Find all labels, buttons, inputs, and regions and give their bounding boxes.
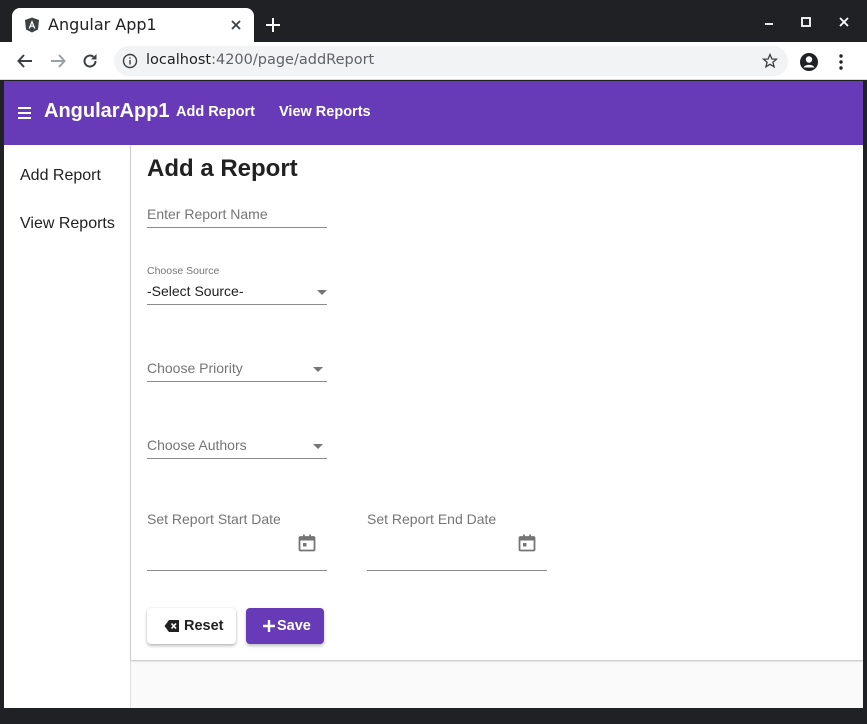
toolbar-link-view-reports[interactable]: View Reports bbox=[279, 104, 371, 120]
start-date-input[interactable]: Set Report Start Date bbox=[147, 511, 281, 527]
sidenav-item-add-report[interactable]: Add Report bbox=[20, 167, 101, 185]
source-select[interactable]: Choose Source -Select Source- bbox=[147, 265, 327, 305]
angular-logo-icon bbox=[25, 17, 39, 33]
tab-title: Angular App1 bbox=[48, 15, 157, 34]
authors-select[interactable]: Choose Authors bbox=[147, 435, 327, 459]
field-underline bbox=[367, 570, 547, 571]
calendar-icon[interactable] bbox=[297, 533, 317, 553]
close-window-icon[interactable] bbox=[836, 14, 852, 30]
sidenav-item-view-reports[interactable]: View Reports bbox=[20, 215, 115, 233]
save-button[interactable]: Save bbox=[246, 608, 324, 644]
tab-strip: Angular App1 bbox=[0, 0, 867, 42]
app-viewport: AngularApp1 Add Report View Reports Add … bbox=[4, 81, 863, 708]
sidenav: Add Report View Reports bbox=[4, 145, 131, 708]
reload-icon[interactable] bbox=[81, 52, 99, 70]
save-label: Save bbox=[277, 618, 311, 634]
app-toolbar: AngularApp1 Add Report View Reports bbox=[4, 81, 863, 145]
url-text: localhost:4200/page/addReport bbox=[146, 52, 374, 68]
app-brand[interactable]: AngularApp1 bbox=[44, 100, 170, 123]
add-icon bbox=[263, 620, 275, 632]
forward-arrow-icon[interactable] bbox=[49, 52, 67, 70]
dropdown-arrow-icon bbox=[317, 290, 327, 295]
end-date-input[interactable]: Set Report End Date bbox=[367, 511, 496, 527]
source-label: Choose Source bbox=[147, 265, 220, 277]
bookmark-star-icon[interactable] bbox=[762, 53, 778, 69]
priority-placeholder: Choose Priority bbox=[147, 360, 243, 376]
more-vert-icon[interactable] bbox=[836, 52, 846, 72]
dropdown-arrow-icon bbox=[313, 367, 323, 372]
address-bar[interactable]: localhost:4200/page/addReport bbox=[114, 46, 788, 76]
field-underline bbox=[147, 227, 327, 228]
page-title: Add a Report bbox=[147, 155, 298, 182]
start-date-field[interactable]: Set Report Start Date bbox=[147, 511, 327, 571]
new-tab-icon[interactable] bbox=[264, 16, 282, 34]
maximize-icon[interactable] bbox=[798, 14, 814, 30]
backspace-icon bbox=[164, 620, 179, 632]
reset-button[interactable]: Reset bbox=[147, 608, 236, 644]
minimize-icon[interactable] bbox=[761, 14, 777, 30]
browser-window: Angular App1 localhost:4200/page/addRepo… bbox=[0, 0, 867, 724]
field-underline bbox=[147, 381, 327, 382]
profile-icon[interactable] bbox=[799, 52, 819, 72]
url-path: :4200/page/addReport bbox=[211, 52, 375, 68]
field-underline bbox=[147, 304, 327, 305]
report-name-input[interactable]: Enter Report Name bbox=[147, 206, 268, 222]
field-underline bbox=[147, 570, 327, 571]
end-date-field[interactable]: Set Report End Date bbox=[367, 511, 547, 571]
toolbar-link-add-report[interactable]: Add Report bbox=[176, 104, 255, 120]
source-value[interactable]: -Select Source- bbox=[147, 283, 243, 299]
info-icon[interactable] bbox=[122, 53, 138, 69]
field-underline bbox=[147, 458, 327, 459]
reset-label: Reset bbox=[184, 618, 224, 634]
menu-icon[interactable] bbox=[18, 106, 32, 120]
add-report-card: Add a Report Enter Report Name Choose So… bbox=[131, 145, 863, 660]
url-host: localhost bbox=[146, 52, 212, 68]
calendar-icon[interactable] bbox=[517, 533, 537, 553]
priority-select[interactable]: Choose Priority bbox=[147, 358, 327, 382]
browser-toolbar: localhost:4200/page/addReport bbox=[0, 42, 867, 80]
report-name-field[interactable]: Enter Report Name bbox=[147, 205, 327, 228]
back-arrow-icon[interactable] bbox=[16, 52, 34, 70]
close-tab-icon[interactable] bbox=[228, 17, 244, 33]
browser-tab[interactable]: Angular App1 bbox=[12, 8, 254, 42]
authors-placeholder: Choose Authors bbox=[147, 437, 247, 453]
dropdown-arrow-icon bbox=[313, 444, 323, 449]
